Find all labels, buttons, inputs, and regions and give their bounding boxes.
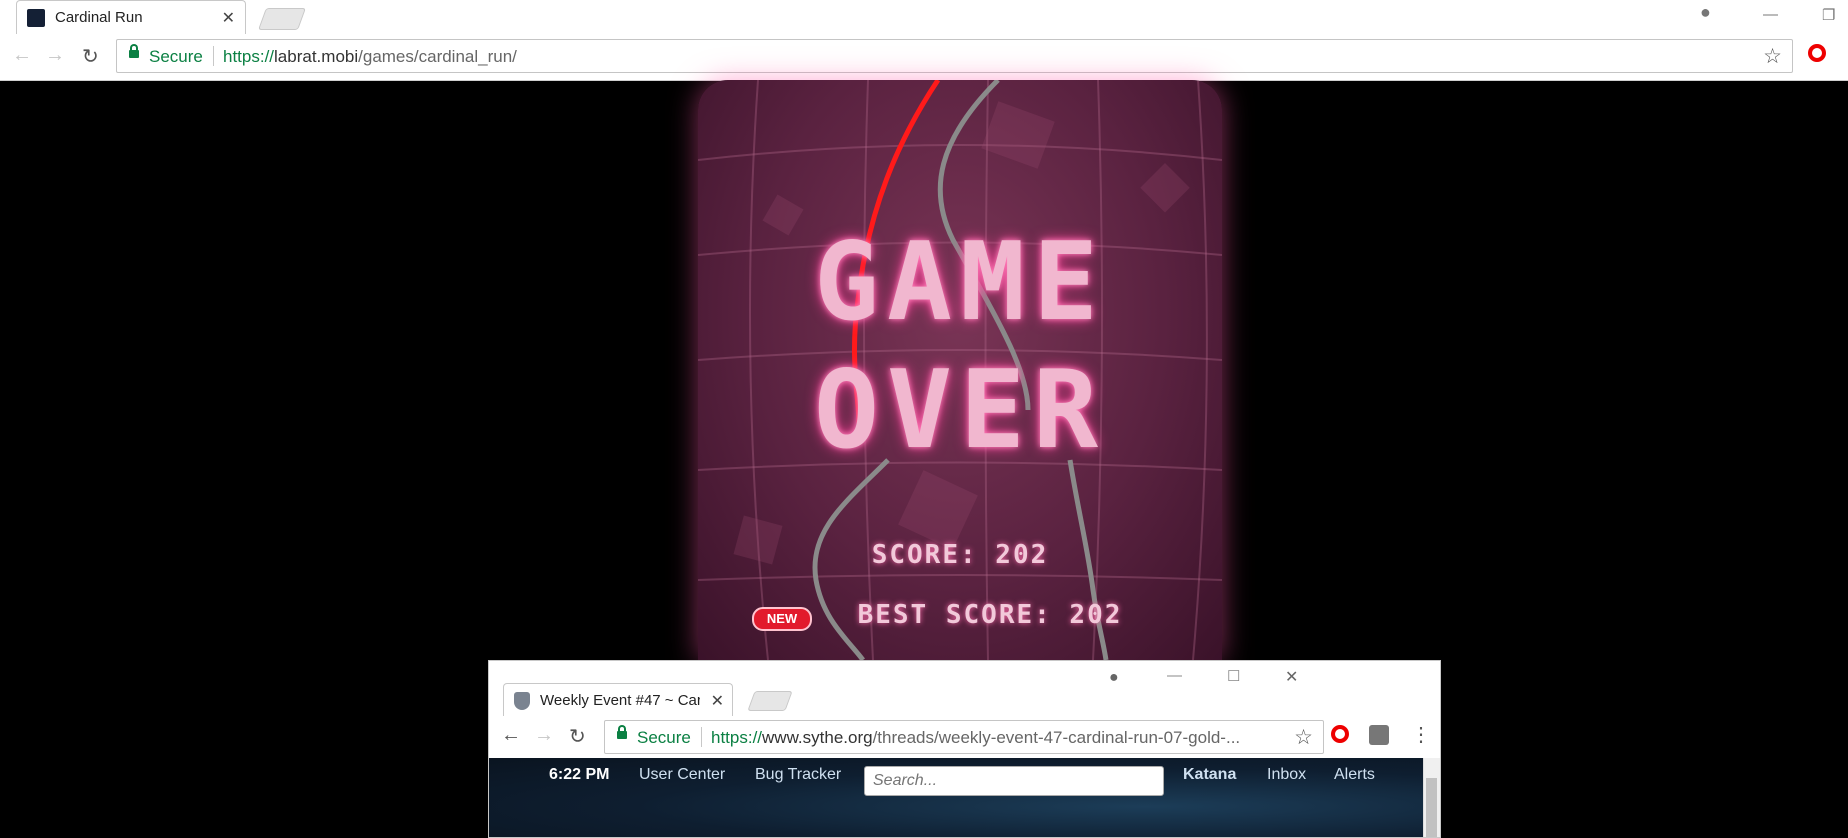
maximize-icon-2[interactable]: ☐ (1227, 667, 1240, 685)
user-center-link[interactable]: User Center (639, 766, 725, 784)
game-canvas[interactable]: GAME OVER SCORE: 202 NEW BEST SCORE: 202 (698, 80, 1222, 660)
reload-button[interactable]: ↻ (82, 44, 99, 69)
close-window-icon-2[interactable]: ✕ (1285, 667, 1298, 687)
minimize-icon[interactable]: — (1763, 6, 1778, 23)
forward-button[interactable]: → (45, 44, 65, 67)
omnibox-divider (213, 46, 214, 66)
extension-icon-2[interactable] (1369, 725, 1389, 745)
profile-icon-2[interactable]: ● (1109, 669, 1119, 687)
menu-kebab-icon[interactable]: ⋮ (1411, 722, 1431, 747)
game-over-line-1: GAME (813, 220, 1107, 345)
best-score-label: BEST SCORE: 202 (857, 600, 1123, 630)
forward-button-2[interactable]: → (534, 724, 554, 747)
bookmark-star-icon[interactable]: ☆ (1763, 44, 1782, 69)
restore-icon[interactable]: ❐ (1822, 6, 1835, 24)
secure-label: Secure (149, 47, 203, 66)
omnibox-divider-2 (701, 727, 702, 747)
tab2-close-icon[interactable]: ✕ (711, 691, 724, 711)
tab-title: Cardinal Run (55, 9, 143, 26)
site-time: 6:22 PM (549, 766, 610, 783)
bug-tracker-link[interactable]: Bug Tracker (755, 766, 841, 784)
scrollbar-2[interactable] (1423, 758, 1440, 837)
username-link[interactable]: Katana (1183, 766, 1236, 784)
tab2-title: Weekly Event #47 ~ Card (540, 692, 700, 709)
opera-extension-icon[interactable] (1808, 44, 1826, 62)
minimize-icon-2[interactable]: — (1167, 667, 1182, 684)
profile-icon[interactable]: ● (1700, 2, 1711, 23)
address-bar-2[interactable]: Secure https://www.sythe.org/threads/wee… (604, 720, 1324, 754)
alerts-link[interactable]: Alerts (1334, 766, 1375, 784)
popup-browser-window: ● — ☐ ✕ Weekly Event #47 ~ Card ✕ ← → ↻ … (488, 660, 1441, 838)
reload-button-2[interactable]: ↻ (569, 724, 586, 749)
address-bar[interactable]: Secure https://labrat.mobi/games/cardina… (116, 39, 1793, 73)
game-over-line-2: OVER (813, 348, 1107, 473)
back-button[interactable]: ← (12, 44, 32, 67)
inbox-link[interactable]: Inbox (1267, 766, 1306, 784)
scrollbar-thumb-2[interactable] (1426, 778, 1437, 837)
tab-close-icon[interactable]: ✕ (222, 8, 235, 28)
tab-weekly-event[interactable]: Weekly Event #47 ~ Card ✕ (503, 683, 733, 716)
toolbar-2: ← → ↻ Secure https://www.sythe.org/threa… (489, 716, 1440, 759)
new-tab-button[interactable] (257, 8, 307, 30)
toolbar: ← → ↻ Secure https://labrat.mobi/games/c… (0, 34, 1848, 81)
secure-label-2: Secure (637, 728, 691, 747)
sythe-site-header: 6:22 PM User Center Bug Tracker Katana I… (489, 758, 1426, 837)
tab-cardinal-run[interactable]: Cardinal Run ✕ (16, 0, 246, 34)
lock-icon-2 (617, 725, 627, 739)
bookmark-star-icon-2[interactable]: ☆ (1294, 725, 1313, 750)
opera-extension-icon-2[interactable] (1331, 725, 1349, 743)
url-text-2[interactable]: https://www.sythe.org/threads/weekly-eve… (711, 728, 1281, 748)
site-search-input[interactable] (864, 766, 1164, 796)
back-button-2[interactable]: ← (501, 724, 521, 747)
score-label: SCORE: 202 (871, 540, 1049, 570)
new-tab-button-2[interactable] (747, 691, 793, 711)
lock-icon (129, 44, 139, 58)
browser-chrome: Cardinal Run ✕ ● — ❐ ← → ↻ Secure https:… (0, 0, 1848, 81)
cardinal-run-favicon-icon (27, 9, 45, 27)
url-text[interactable]: https://labrat.mobi/games/cardinal_run/ (223, 47, 517, 67)
tab-strip: Cardinal Run ✕ ● — ❐ (0, 0, 1848, 35)
sythe-shield-favicon-icon (514, 692, 530, 710)
